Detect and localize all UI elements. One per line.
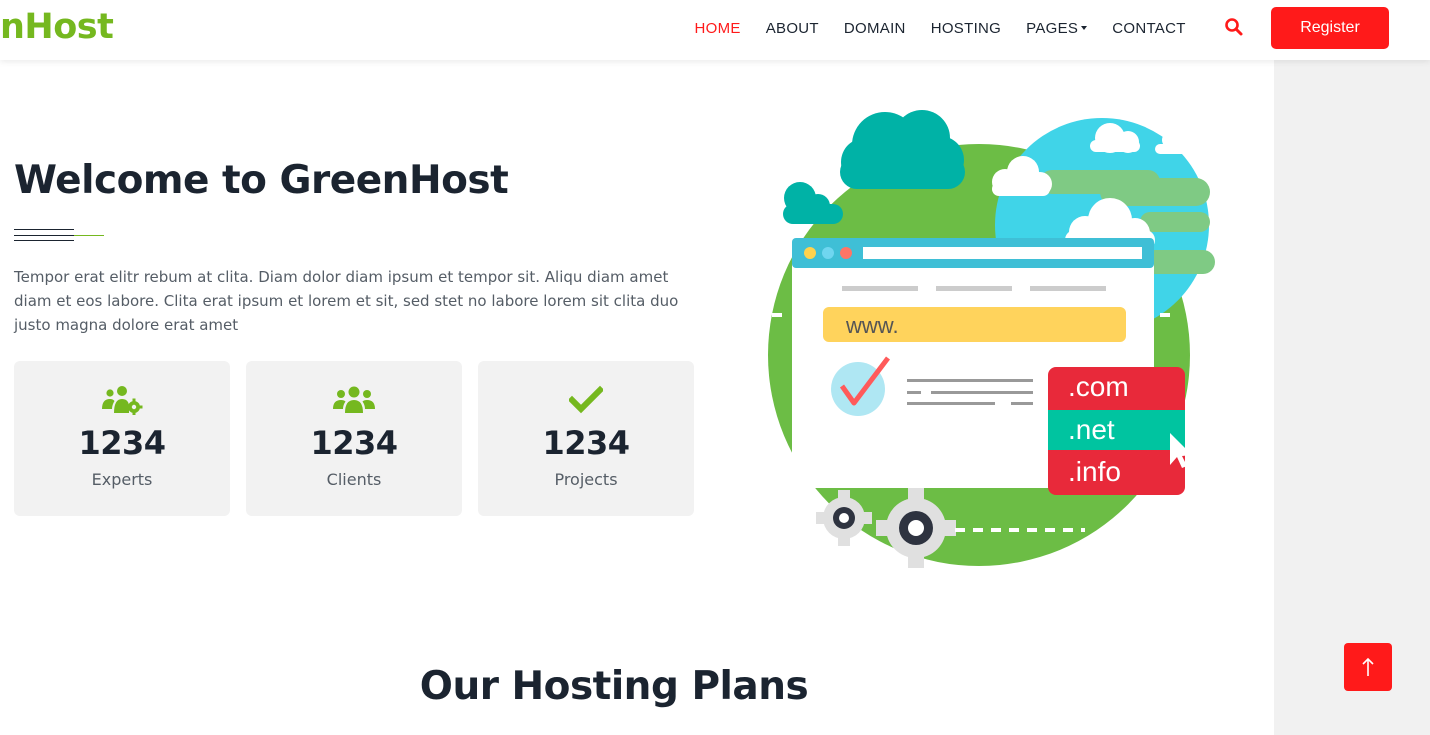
nav-item-pages[interactable]: PAGES <box>1014 20 1100 37</box>
stat-number: 1234 <box>78 424 166 462</box>
users-icon <box>333 386 375 413</box>
hero-description: Tempor erat elitr rebum at clita. Diam d… <box>14 268 679 334</box>
stat-label: Projects <box>554 470 618 489</box>
domain-com: .com <box>1068 371 1129 402</box>
navbar: nHost HOME ABOUT DOMAIN HOSTING PAGES CO… <box>0 0 1430 60</box>
stat-label: Experts <box>91 470 153 489</box>
search-button[interactable] <box>1224 17 1246 39</box>
stats-row: 1234 Experts 1234 Clients 1234 Projects <box>14 361 694 516</box>
register-button[interactable]: Register <box>1271 7 1389 49</box>
nav-item-pages-label: PAGES <box>1026 19 1079 37</box>
nav-menu: HOME ABOUT DOMAIN HOSTING PAGES CONTACT <box>682 0 1198 56</box>
domain-info: .info <box>1068 456 1121 487</box>
hero-title: Welcome to GreenHost <box>14 158 509 203</box>
section-title: Our Hosting Plans <box>419 664 809 709</box>
stat-number: 1234 <box>542 424 630 462</box>
stat-card-projects: 1234 Projects <box>478 361 694 516</box>
stat-label: Clients <box>326 470 382 489</box>
stat-number: 1234 <box>310 424 398 462</box>
brand-logo[interactable]: nHost <box>0 5 114 49</box>
nav-item-contact[interactable]: CONTACT <box>1100 20 1198 37</box>
domain-net: .net <box>1068 414 1115 445</box>
nav-item-about[interactable]: ABOUT <box>753 20 831 37</box>
search-icon <box>1225 18 1243 36</box>
nav-item-hosting[interactable]: HOSTING <box>918 20 1013 37</box>
caret-down-icon <box>1081 25 1088 30</box>
arrow-up-icon <box>1362 657 1374 676</box>
check-icon <box>569 385 603 414</box>
nav-item-home[interactable]: HOME <box>682 20 753 37</box>
domain-illustration: www. .com .net .info <box>768 110 1215 568</box>
back-to-top-button[interactable] <box>1344 643 1392 691</box>
stat-card-clients: 1234 Clients <box>246 361 462 516</box>
right-gray-strip <box>1274 60 1430 735</box>
title-divider <box>14 229 104 243</box>
stat-card-experts: 1234 Experts <box>14 361 230 516</box>
nav-item-domain[interactable]: DOMAIN <box>831 20 918 37</box>
users-cog-icon <box>102 386 143 415</box>
url-text: www. <box>845 313 899 338</box>
